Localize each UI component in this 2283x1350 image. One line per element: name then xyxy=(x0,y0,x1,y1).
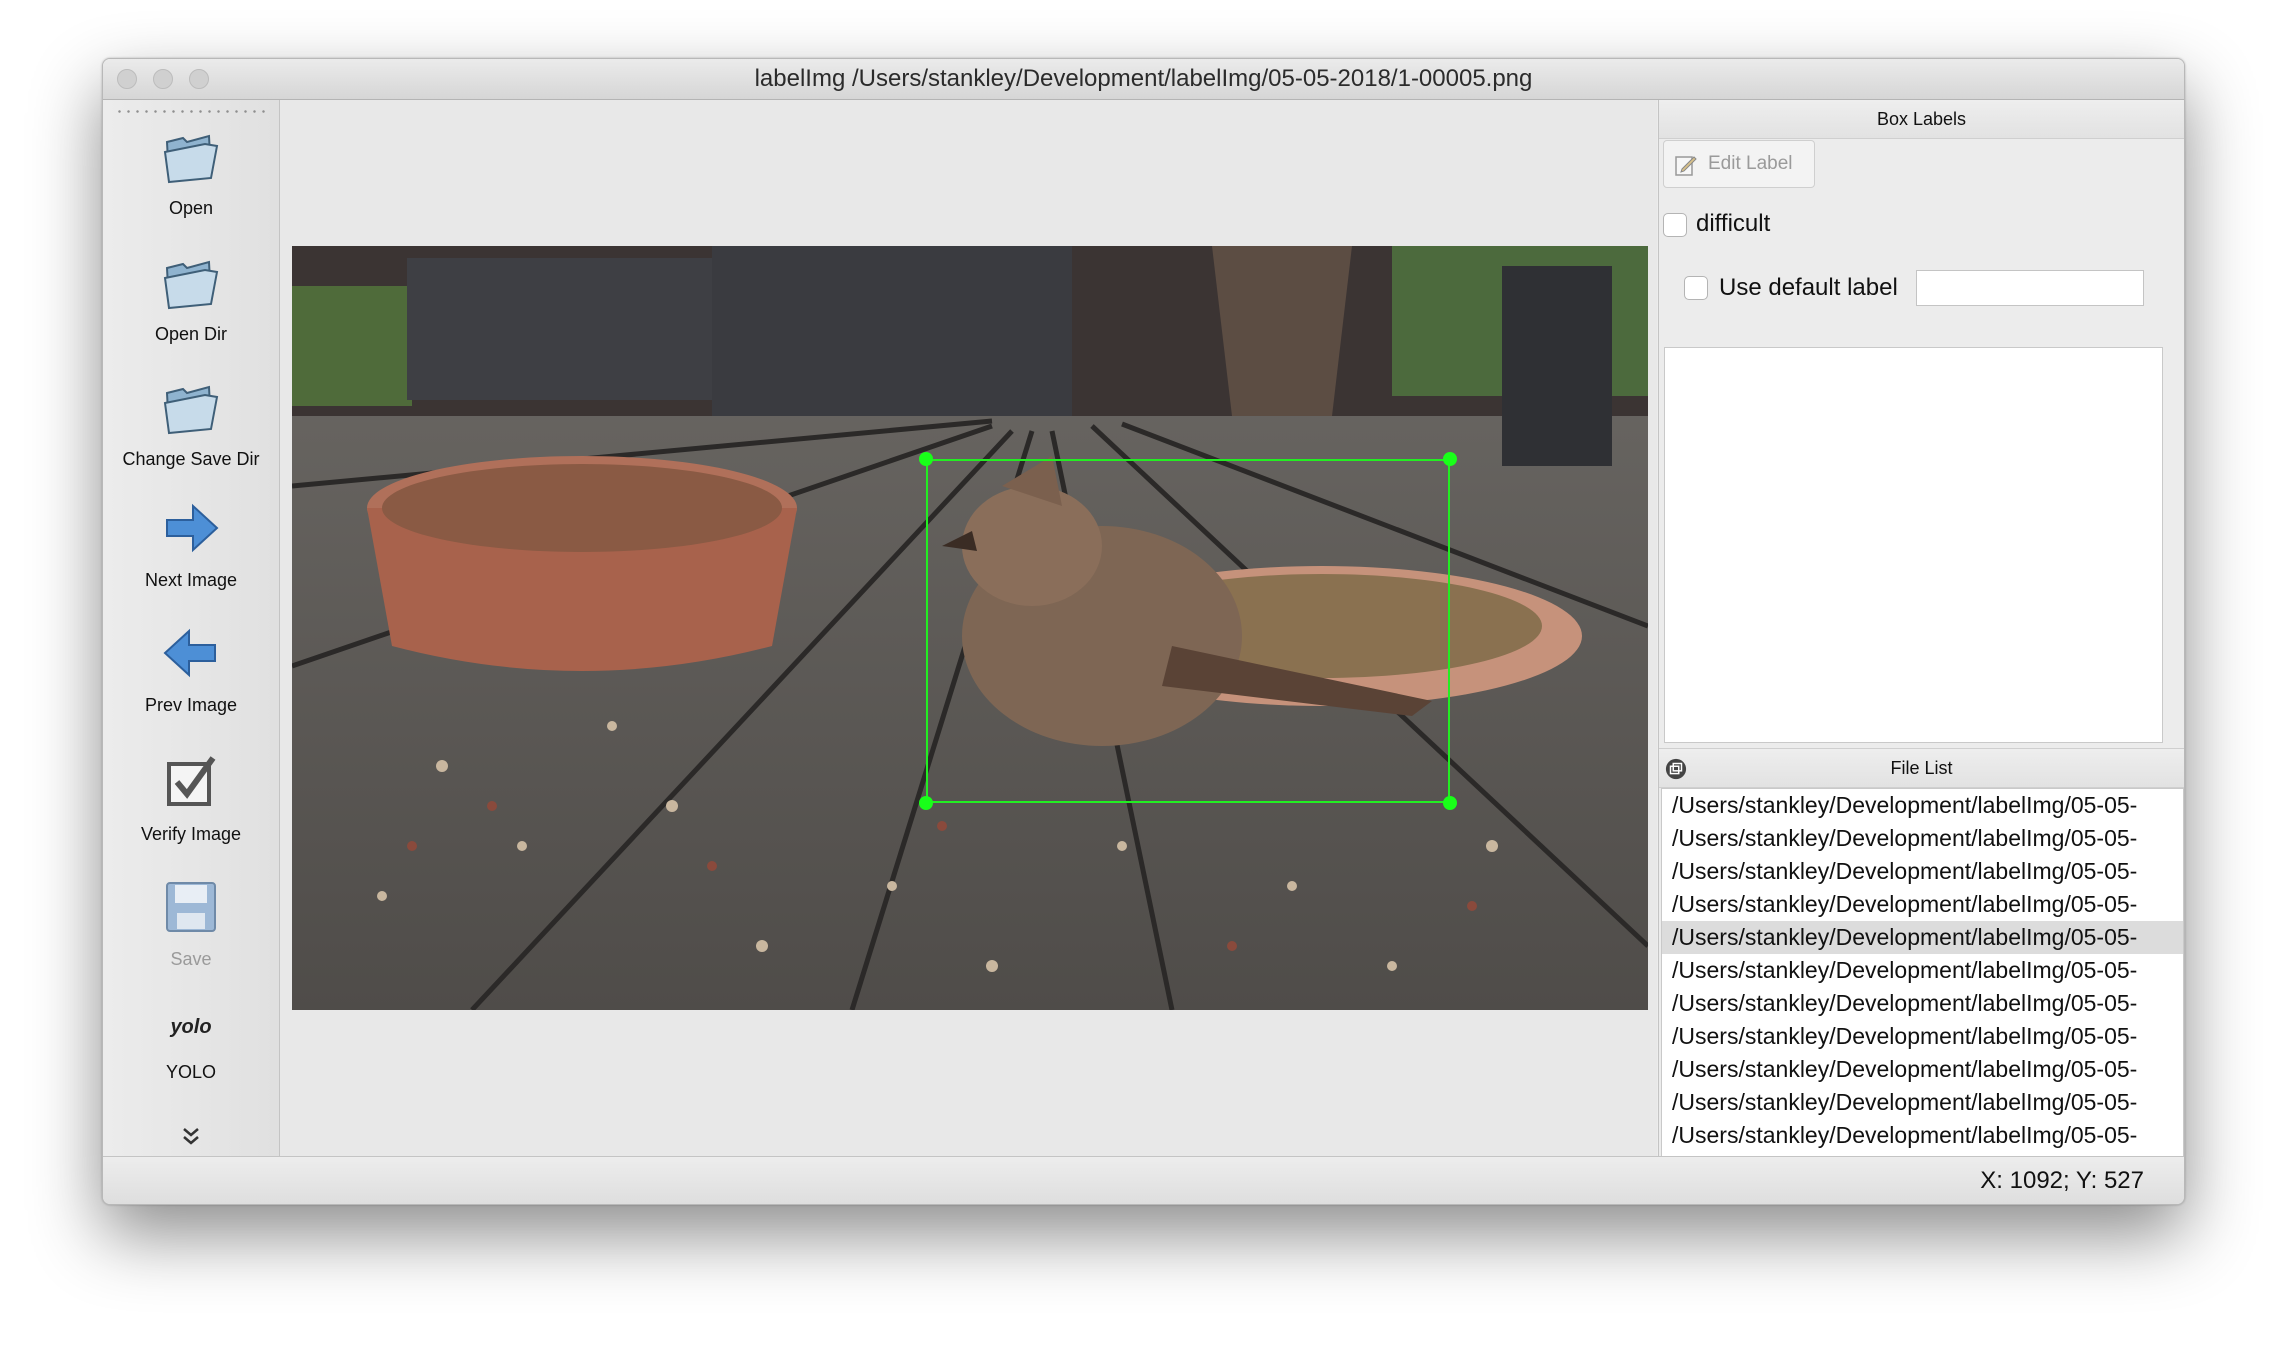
toolbar-grip-handle[interactable] xyxy=(115,110,267,113)
file-list-item-selected[interactable]: /Users/stankley/Development/labelImg/05-… xyxy=(1662,921,2183,954)
file-list-item[interactable]: /Users/stankley/Development/labelImg/05-… xyxy=(1662,1119,2183,1152)
use-default-label-text: Use default label xyxy=(1719,274,1898,301)
save-button[interactable]: Save xyxy=(103,875,279,970)
zoom-window-button[interactable] xyxy=(189,69,209,89)
label-list[interactable] xyxy=(1664,347,2163,743)
minimize-window-button[interactable] xyxy=(153,69,173,89)
next-image-label: Next Image xyxy=(144,570,238,590)
file-list-item[interactable]: /Users/stankley/Development/labelImg/05-… xyxy=(1662,1053,2183,1086)
close-window-button[interactable] xyxy=(117,69,137,89)
prev-image-label: Prev Image xyxy=(144,695,238,715)
difficult-label: difficult xyxy=(1696,210,1771,237)
file-list-title-text: File List xyxy=(1890,758,1953,778)
change-save-dir-button[interactable]: Change Save Dir xyxy=(103,375,279,470)
open-dir-button[interactable]: Open Dir xyxy=(103,250,279,345)
bounding-box[interactable] xyxy=(926,459,1450,803)
folder-icon xyxy=(163,385,219,435)
verify-image-button[interactable]: Verify Image xyxy=(103,750,279,845)
file-list-item[interactable]: /Users/stankley/Development/labelImg/05-… xyxy=(1662,789,2183,822)
file-list-item[interactable]: /Users/stankley/Development/labelImg/05-… xyxy=(1662,1086,2183,1119)
file-list-item[interactable]: /Users/stankley/Development/labelImg/05-… xyxy=(1662,888,2183,921)
right-panel: Box Labels Edit Label difficult Use defa… xyxy=(1658,100,2184,1165)
file-list-item[interactable]: /Users/stankley/Development/labelImg/05-… xyxy=(1662,954,2183,987)
edit-label-button[interactable]: Edit Label xyxy=(1663,140,1815,188)
window-title: labelImg /Users/stankley/Development/lab… xyxy=(754,65,1533,92)
open-dir-label: Open Dir xyxy=(154,324,228,344)
arrow-left-icon xyxy=(163,628,216,678)
save-label: Save xyxy=(170,949,212,969)
toolbar: Open Open Dir Change Save Dir Next Image xyxy=(103,100,280,1156)
open-label: Open xyxy=(168,198,214,218)
app-window: labelImg /Users/stankley/Development/lab… xyxy=(102,58,2185,1205)
checkbox-icon xyxy=(167,756,216,806)
change-save-dir-label: Change Save Dir xyxy=(122,449,260,469)
floppy-disk-icon xyxy=(166,882,216,932)
bbox-corner-handle[interactable] xyxy=(919,452,933,466)
annotated-image[interactable] xyxy=(292,246,1648,1010)
double-chevron-down-icon xyxy=(183,1128,199,1145)
file-list-item[interactable]: /Users/stankley/Development/labelImg/05-… xyxy=(1662,1020,2183,1053)
yolo-format-button[interactable]: yolo YOLO xyxy=(103,1010,279,1083)
folder-icon xyxy=(163,260,219,310)
yolo-label: YOLO xyxy=(165,1062,217,1082)
edit-label-text: Edit Label xyxy=(1708,153,1793,174)
use-default-label-checkbox[interactable] xyxy=(1684,276,1708,300)
yolo-icon: yolo xyxy=(170,1016,212,1038)
file-list-dock-title: File List xyxy=(1659,748,2184,788)
bbox-corner-handle[interactable] xyxy=(919,796,933,810)
toolbar-more-button[interactable] xyxy=(103,1124,279,1148)
image-canvas[interactable] xyxy=(280,100,1657,1156)
arrow-right-icon xyxy=(166,503,219,553)
status-bar: X: 1092; Y: 527 xyxy=(103,1156,2184,1204)
difficult-checkbox[interactable] xyxy=(1663,213,1687,237)
next-image-button[interactable]: Next Image xyxy=(103,496,279,591)
file-list-item[interactable]: /Users/stankley/Development/labelImg/05-… xyxy=(1662,822,2183,855)
dock-float-icon[interactable] xyxy=(1665,758,1687,780)
cursor-coordinates: X: 1092; Y: 527 xyxy=(1980,1167,2144,1194)
prev-image-button[interactable]: Prev Image xyxy=(103,621,279,716)
bbox-corner-handle[interactable] xyxy=(1443,452,1457,466)
box-labels-dock-title: Box Labels xyxy=(1659,100,2184,139)
file-list-item[interactable]: /Users/stankley/Development/labelImg/05-… xyxy=(1662,987,2183,1020)
open-button[interactable]: Open xyxy=(103,124,279,219)
verify-image-label: Verify Image xyxy=(140,824,242,844)
title-bar: labelImg /Users/stankley/Development/lab… xyxy=(103,59,2184,100)
folder-icon xyxy=(163,134,219,184)
edit-icon xyxy=(1675,156,1697,176)
file-list-item[interactable]: /Users/stankley/Development/labelImg/05-… xyxy=(1662,855,2183,888)
default-label-input[interactable] xyxy=(1916,270,2144,306)
file-list[interactable]: /Users/stankley/Development/labelImg/05-… xyxy=(1661,788,2184,1165)
bbox-corner-handle[interactable] xyxy=(1443,796,1457,810)
